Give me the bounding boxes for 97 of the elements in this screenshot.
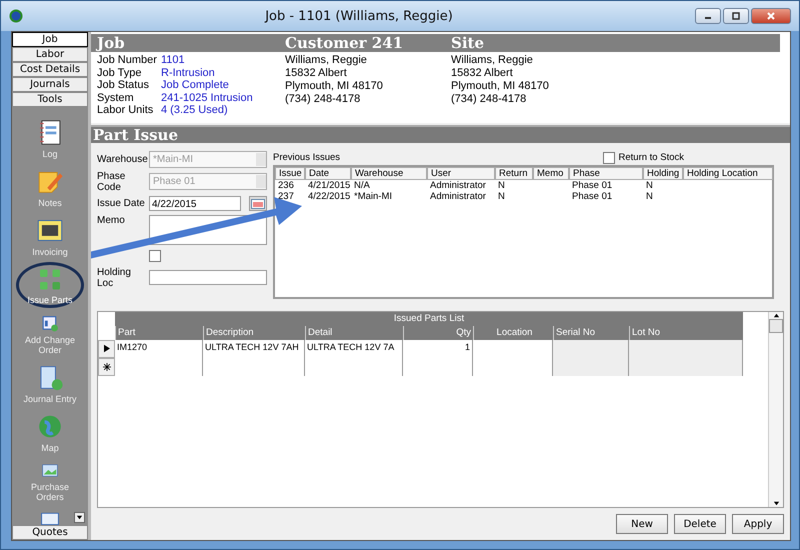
column-header[interactable]: Holding Location: [683, 166, 773, 180]
list-cell: Phase 01: [572, 180, 612, 190]
field-label: Phase Code: [97, 170, 126, 192]
field-label: Labor Units: [97, 104, 154, 116]
field-value: 1101: [161, 54, 186, 66]
field-value: 241-1025 Intrusion: [161, 92, 254, 104]
scrollbar[interactable]: [768, 312, 783, 507]
field-label: Memo: [97, 214, 126, 226]
list-cell: 4/21/2015: [308, 180, 350, 190]
checkbox-label: Return to Stock: [618, 152, 684, 163]
app-logo-icon: [9, 9, 23, 23]
maximize-button[interactable]: [723, 8, 749, 24]
section-title: Job: [94, 34, 126, 52]
current-row-icon: [104, 344, 110, 353]
list-cell: 236: [278, 180, 294, 190]
grid-title: Issued Parts List: [115, 312, 743, 326]
scroll-thumb[interactable]: [769, 318, 783, 332]
list-cell: *Main-MI: [354, 190, 392, 202]
list-cell: N: [646, 180, 653, 190]
field-label: Job Status: [97, 79, 150, 92]
field-label: Holding Loc: [97, 266, 132, 288]
column-header[interactable]: Qty: [403, 326, 473, 340]
column-header[interactable]: Description: [203, 326, 305, 340]
globe-icon: [36, 413, 64, 440]
minimize-button[interactable]: [695, 8, 721, 24]
date-field[interactable]: 4/22/2015: [149, 196, 241, 211]
site-line: Williams, Reggie: [451, 54, 534, 67]
maximize-icon: [731, 11, 741, 21]
list-cell: N: [646, 190, 653, 202]
return-checkbox[interactable]: [602, 152, 615, 164]
sidebar-tab[interactable]: Labor: [12, 47, 88, 62]
column-header[interactable]: Memo: [533, 166, 569, 180]
list-title: Previous Issues: [273, 152, 340, 163]
close-icon: [766, 11, 776, 21]
caret-down-icon: [76, 514, 83, 521]
list-cell: N/A: [354, 180, 370, 190]
grid-cell: IM1270: [115, 340, 203, 358]
sidebar-tab[interactable]: Job: [12, 32, 88, 47]
caret-down-icon[interactable]: [772, 500, 780, 507]
row-header[interactable]: [98, 340, 115, 358]
sidebar-tab[interactable]: Quotes: [12, 525, 88, 540]
action-button[interactable]: New: [616, 514, 668, 534]
column-header[interactable]: Phase: [569, 166, 643, 180]
sidebar-tab[interactable]: Tools: [12, 92, 88, 107]
column-header[interactable]: Warehouse: [351, 166, 427, 180]
asterisk-icon: [102, 362, 110, 370]
calendar-icon: [251, 198, 265, 208]
field-value: 4 (3.25 Used): [161, 104, 229, 116]
list-cell: Phase 01: [572, 190, 612, 202]
holding-location-field[interactable]: [149, 270, 267, 285]
scroll-down-button[interactable]: [74, 512, 85, 523]
action-button[interactable]: Apply: [732, 514, 784, 534]
customer-line: Williams, Reggie: [285, 54, 368, 67]
site-line: (734) 248-4178: [451, 93, 528, 106]
site-line: Plymouth, MI 48170: [451, 80, 550, 93]
close-button[interactable]: [751, 8, 791, 24]
window-title: Job - 1101 (Williams, Reggie): [264, 8, 454, 24]
action-button[interactable]: Delete: [674, 514, 726, 534]
new-row-header[interactable]: [98, 358, 115, 376]
column-header[interactable]: Detail: [305, 326, 403, 340]
list-cell: N: [498, 190, 505, 202]
column-header[interactable]: Serial No: [553, 326, 629, 340]
customer-line: Plymouth, MI 48170: [285, 80, 384, 93]
grid-cell: ULTRA TECH 12V 7A: [305, 340, 403, 358]
grid-cell: ULTRA TECH 12V 7AH: [203, 340, 305, 358]
grid-cell: 1: [403, 340, 473, 358]
column-header[interactable]: Date: [305, 166, 351, 180]
column-header[interactable]: Lot No: [629, 326, 743, 340]
customer-line: (734) 248-4178: [285, 93, 362, 106]
field-value: Job Complete: [161, 79, 230, 92]
section-title: Part Issue: [93, 126, 178, 144]
list-cell: Administrator: [430, 180, 486, 190]
customer-line: 15832 Albert: [285, 67, 348, 80]
calendar-button[interactable]: [249, 196, 267, 211]
field-label: System: [97, 92, 135, 104]
sidebar-tab[interactable]: Cost Details: [12, 62, 88, 77]
column-header[interactable]: Return: [495, 166, 533, 180]
holding-checkbox[interactable]: [149, 250, 161, 262]
sidebar-tab[interactable]: Journals: [12, 77, 88, 92]
field-label: Issue Date: [97, 198, 146, 209]
field-value: R-Intrusion: [161, 66, 216, 79]
column-header[interactable]: Issue: [275, 166, 305, 180]
field-label: Job Type: [97, 66, 142, 79]
invoice-icon: [36, 217, 64, 244]
field-label: Warehouse: [97, 154, 149, 164]
field-label: Job Number: [97, 54, 158, 66]
site-line: 15832 Albert: [451, 67, 514, 80]
list-cell: 237: [278, 190, 294, 202]
column-header[interactable]: Holding: [643, 166, 683, 180]
column-header[interactable]: Location: [473, 326, 553, 340]
list-cell: N: [498, 180, 505, 190]
list-cell: Administrator: [430, 190, 486, 202]
column-header[interactable]: Part: [115, 326, 203, 340]
column-header[interactable]: User: [427, 166, 495, 180]
section-title: Customer 241: [285, 34, 404, 52]
section-title: Site: [451, 34, 486, 52]
list-cell: 4/22/2015: [308, 190, 350, 202]
